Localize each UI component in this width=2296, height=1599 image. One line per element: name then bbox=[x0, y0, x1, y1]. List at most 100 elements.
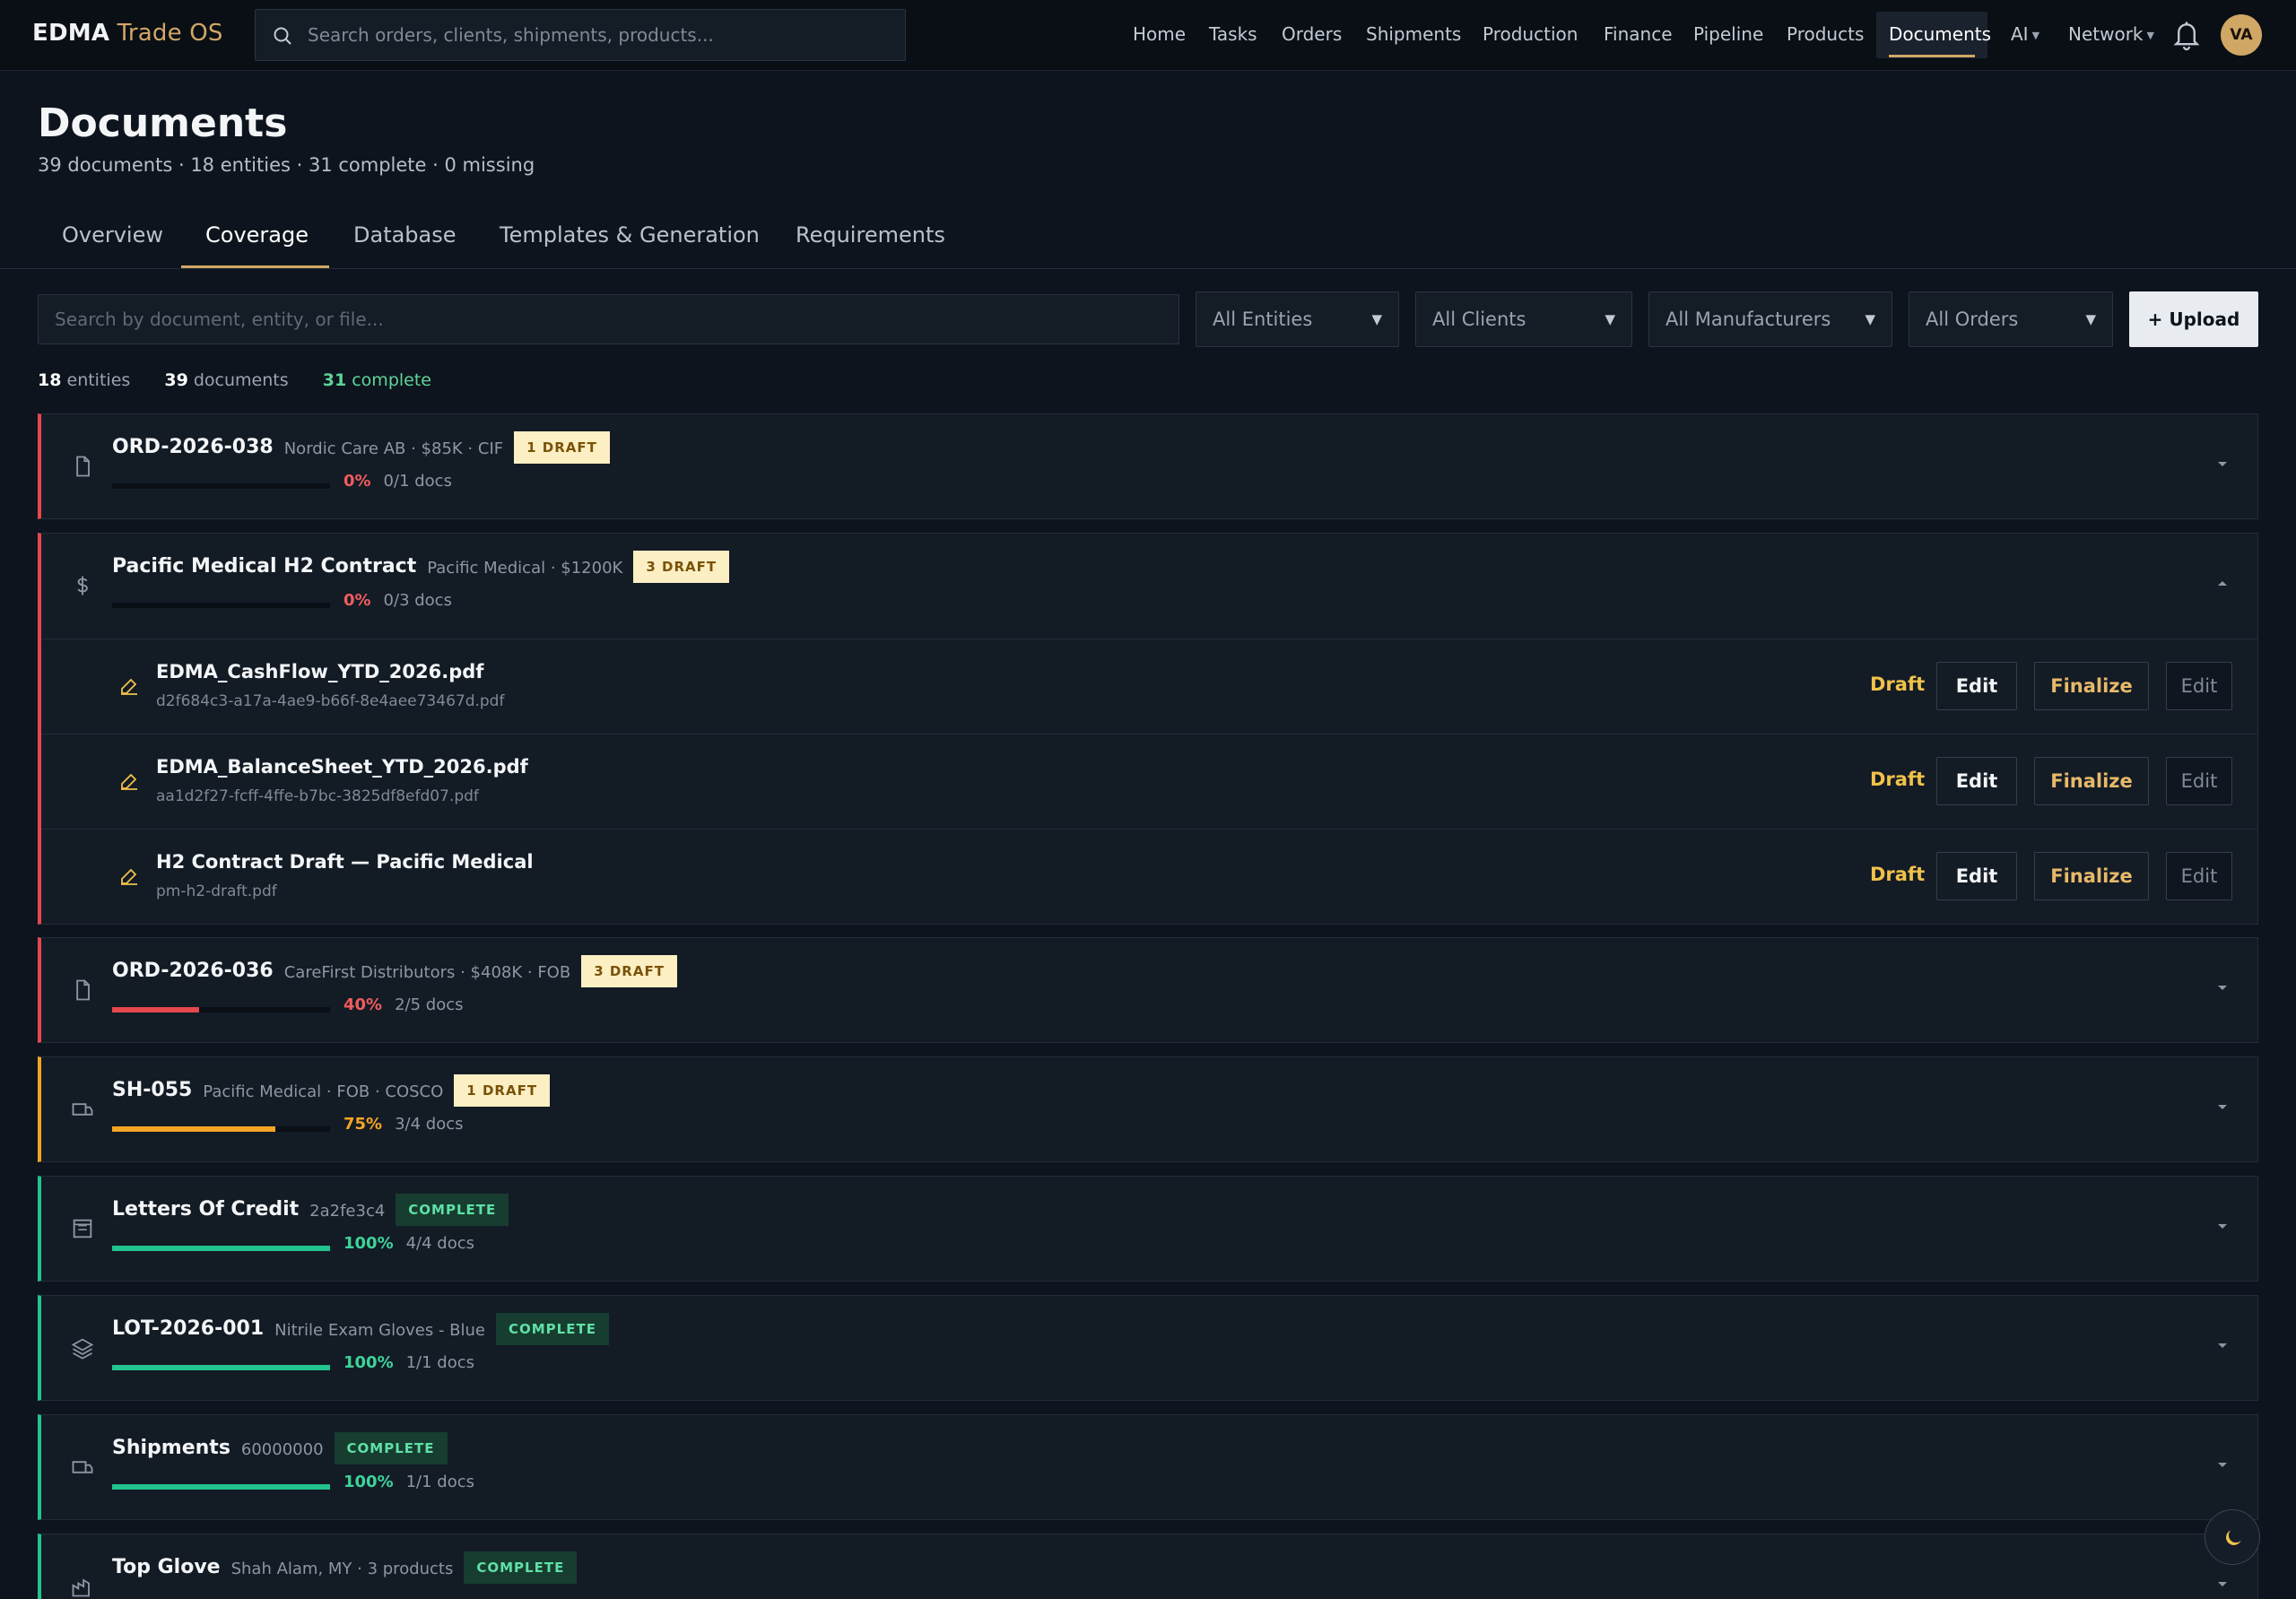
entity-meta: Pacific Medical · FOB · COSCO bbox=[203, 1082, 444, 1101]
doc-count: 0/1 docs bbox=[383, 472, 452, 491]
edit-button[interactable]: Edit bbox=[1936, 852, 2017, 900]
status-badge: 3 DRAFT bbox=[581, 955, 677, 987]
entity-name[interactable]: SH-055 bbox=[112, 1079, 192, 1101]
pencil-icon bbox=[121, 773, 137, 790]
file-icon bbox=[76, 456, 90, 477]
progress-bar bbox=[112, 1126, 330, 1132]
document-row[interactable]: H2 Contract Draft — Pacific Medical pm-h2… bbox=[41, 829, 2258, 924]
status-badge: COMPLETE bbox=[396, 1194, 509, 1226]
global-search bbox=[255, 9, 906, 61]
filter-clients-select[interactable]: All Clients ▼ bbox=[1415, 291, 1632, 347]
tab-coverage[interactable]: Coverage bbox=[205, 206, 309, 269]
nav-pipeline[interactable]: Pipeline bbox=[1693, 0, 1763, 71]
file-icon bbox=[76, 979, 90, 1001]
progress-percent: 100% bbox=[344, 1353, 394, 1372]
nav-tasks[interactable]: Tasks bbox=[1209, 0, 1257, 71]
finalize-button[interactable]: Finalize bbox=[2034, 662, 2149, 710]
progress-bar bbox=[112, 603, 330, 608]
chevron-down-icon[interactable] bbox=[2214, 456, 2231, 472]
nav-network-menu[interactable]: Network ▼ bbox=[2068, 0, 2154, 71]
entity-card[interactable]: Pacific Medical H2 Contract Pacific Medic… bbox=[38, 533, 2258, 925]
bell-icon[interactable] bbox=[2170, 18, 2203, 52]
entity-card[interactable]: Top Glove Shah Alam, MY · 3 products COMPL… bbox=[38, 1534, 2258, 1599]
tab-bar: Overview Coverage Database Templates & G… bbox=[0, 206, 2296, 269]
chevron-down-icon[interactable] bbox=[2214, 1099, 2231, 1115]
brand-logo[interactable]: EDMA Trade OS bbox=[32, 20, 223, 47]
entity-name[interactable]: Shipments bbox=[112, 1437, 230, 1459]
chevron-down-icon[interactable] bbox=[2214, 1576, 2231, 1592]
progress-bar-fill bbox=[112, 1484, 330, 1490]
entity-meta: Nordic Care AB · $85K · CIF bbox=[283, 439, 504, 458]
upload-button[interactable]: + Upload bbox=[2129, 291, 2258, 347]
doc-count: 4/4 docs bbox=[405, 1234, 474, 1253]
pencil-icon bbox=[121, 678, 137, 695]
document-row[interactable]: EDMA_CashFlow_YTD_2026.pdf d2f684c3-a17a-… bbox=[41, 639, 2258, 734]
tab-overview[interactable]: Overview bbox=[62, 206, 163, 269]
entity-name[interactable]: Letters Of Credit bbox=[112, 1198, 299, 1221]
finalize-button[interactable]: Finalize bbox=[2034, 757, 2149, 805]
document-name[interactable]: EDMA_BalanceSheet_YTD_2026.pdf bbox=[156, 756, 528, 778]
entity-name[interactable]: Top Glove bbox=[112, 1556, 221, 1578]
brand-name: EDMA bbox=[32, 20, 110, 47]
nav-finance[interactable]: Finance bbox=[1604, 0, 1673, 71]
progress-percent: 40% bbox=[344, 995, 383, 1014]
progress-bar bbox=[112, 483, 330, 489]
entity-name[interactable]: ORD-2026-036 bbox=[112, 960, 274, 982]
entity-card[interactable]: SH-055 Pacific Medical · FOB · COSCO 1 DRA… bbox=[38, 1056, 2258, 1162]
chevron-down-icon[interactable] bbox=[2214, 1218, 2231, 1234]
edit-secondary-button[interactable]: Edit bbox=[2166, 662, 2232, 710]
tab-templates-generation[interactable]: Templates & Generation bbox=[500, 206, 760, 269]
entity-card[interactable]: Letters Of Credit 2a2fe3c4 COMPLETE 100% 4/4… bbox=[38, 1176, 2258, 1282]
complete-label: complete bbox=[352, 370, 431, 390]
nav-products[interactable]: Products bbox=[1787, 0, 1864, 71]
entity-card[interactable]: ORD-2026-038 Nordic Care AB · $85K · CIF 1… bbox=[38, 413, 2258, 519]
finalize-button[interactable]: Finalize bbox=[2034, 852, 2149, 900]
tab-requirements[interactable]: Requirements bbox=[796, 206, 945, 269]
entities-label: entities bbox=[66, 370, 131, 390]
chevron-up-icon[interactable] bbox=[2214, 575, 2231, 591]
entity-meta: CareFirst Distributors · $408K · FOB bbox=[283, 963, 571, 982]
nav-production[interactable]: Production bbox=[1483, 0, 1578, 71]
edit-button[interactable]: Edit bbox=[1936, 662, 2017, 710]
entity-card[interactable]: Shipments 60000000 COMPLETE 100% 1/1 docs bbox=[38, 1414, 2258, 1520]
document-status: Draft bbox=[1870, 673, 1926, 695]
progress-percent: 0% bbox=[344, 472, 371, 491]
filter-clients-value: All Clients bbox=[1432, 309, 1526, 330]
chevron-down-icon[interactable] bbox=[2214, 1337, 2231, 1353]
global-search-input[interactable] bbox=[308, 10, 891, 60]
document-name[interactable]: H2 Contract Draft — Pacific Medical bbox=[156, 851, 534, 873]
entity-name[interactable]: ORD-2026-038 bbox=[112, 436, 274, 458]
status-badge: COMPLETE bbox=[495, 1313, 609, 1345]
edit-secondary-button[interactable]: Edit bbox=[2166, 757, 2232, 805]
document-status: Draft bbox=[1870, 769, 1926, 790]
avatar[interactable]: VA bbox=[2221, 14, 2262, 56]
entity-card[interactable]: ORD-2026-036 CareFirst Distributors · $40… bbox=[38, 937, 2258, 1043]
filter-manufacturers-select[interactable]: All Manufacturers ▼ bbox=[1648, 291, 1892, 347]
chevron-down-icon[interactable] bbox=[2214, 979, 2231, 995]
entity-meta: 2a2fe3c4 bbox=[309, 1202, 386, 1221]
nav-home[interactable]: Home bbox=[1133, 0, 1186, 71]
theme-toggle-button[interactable] bbox=[2205, 1509, 2260, 1565]
nav-ai-menu[interactable]: AI ▼ bbox=[2011, 0, 2039, 71]
edit-button[interactable]: Edit bbox=[1936, 757, 2017, 805]
filter-entities-select[interactable]: All Entities ▼ bbox=[1196, 291, 1399, 347]
truck-icon bbox=[72, 1103, 93, 1116]
nav-documents[interactable]: Documents bbox=[1889, 0, 1991, 71]
filter-orders-select[interactable]: All Orders ▼ bbox=[1909, 291, 2113, 347]
entity-name[interactable]: LOT-2026-001 bbox=[112, 1317, 264, 1340]
edit-secondary-button[interactable]: Edit bbox=[2166, 852, 2232, 900]
caret-down-icon: ▼ bbox=[1605, 311, 1615, 327]
status-badge: 3 DRAFT bbox=[633, 551, 730, 583]
document-row[interactable]: EDMA_BalanceSheet_YTD_2026.pdf aa1d2f27-f… bbox=[41, 734, 2258, 829]
chevron-down-icon[interactable] bbox=[2214, 1456, 2231, 1473]
doc-count: 1/1 docs bbox=[405, 1353, 474, 1372]
progress-bar-fill bbox=[112, 1126, 276, 1132]
progress-bar-fill bbox=[112, 1007, 200, 1012]
nav-shipments[interactable]: Shipments bbox=[1366, 0, 1461, 71]
tab-database[interactable]: Database bbox=[353, 206, 457, 269]
document-name[interactable]: EDMA_CashFlow_YTD_2026.pdf bbox=[156, 661, 483, 682]
document-search-input[interactable] bbox=[38, 294, 1179, 344]
entity-card[interactable]: LOT-2026-001 Nitrile Exam Gloves - Blue CO… bbox=[38, 1295, 2258, 1401]
entity-name[interactable]: Pacific Medical H2 Contract bbox=[112, 555, 416, 578]
nav-orders[interactable]: Orders bbox=[1282, 0, 1342, 71]
